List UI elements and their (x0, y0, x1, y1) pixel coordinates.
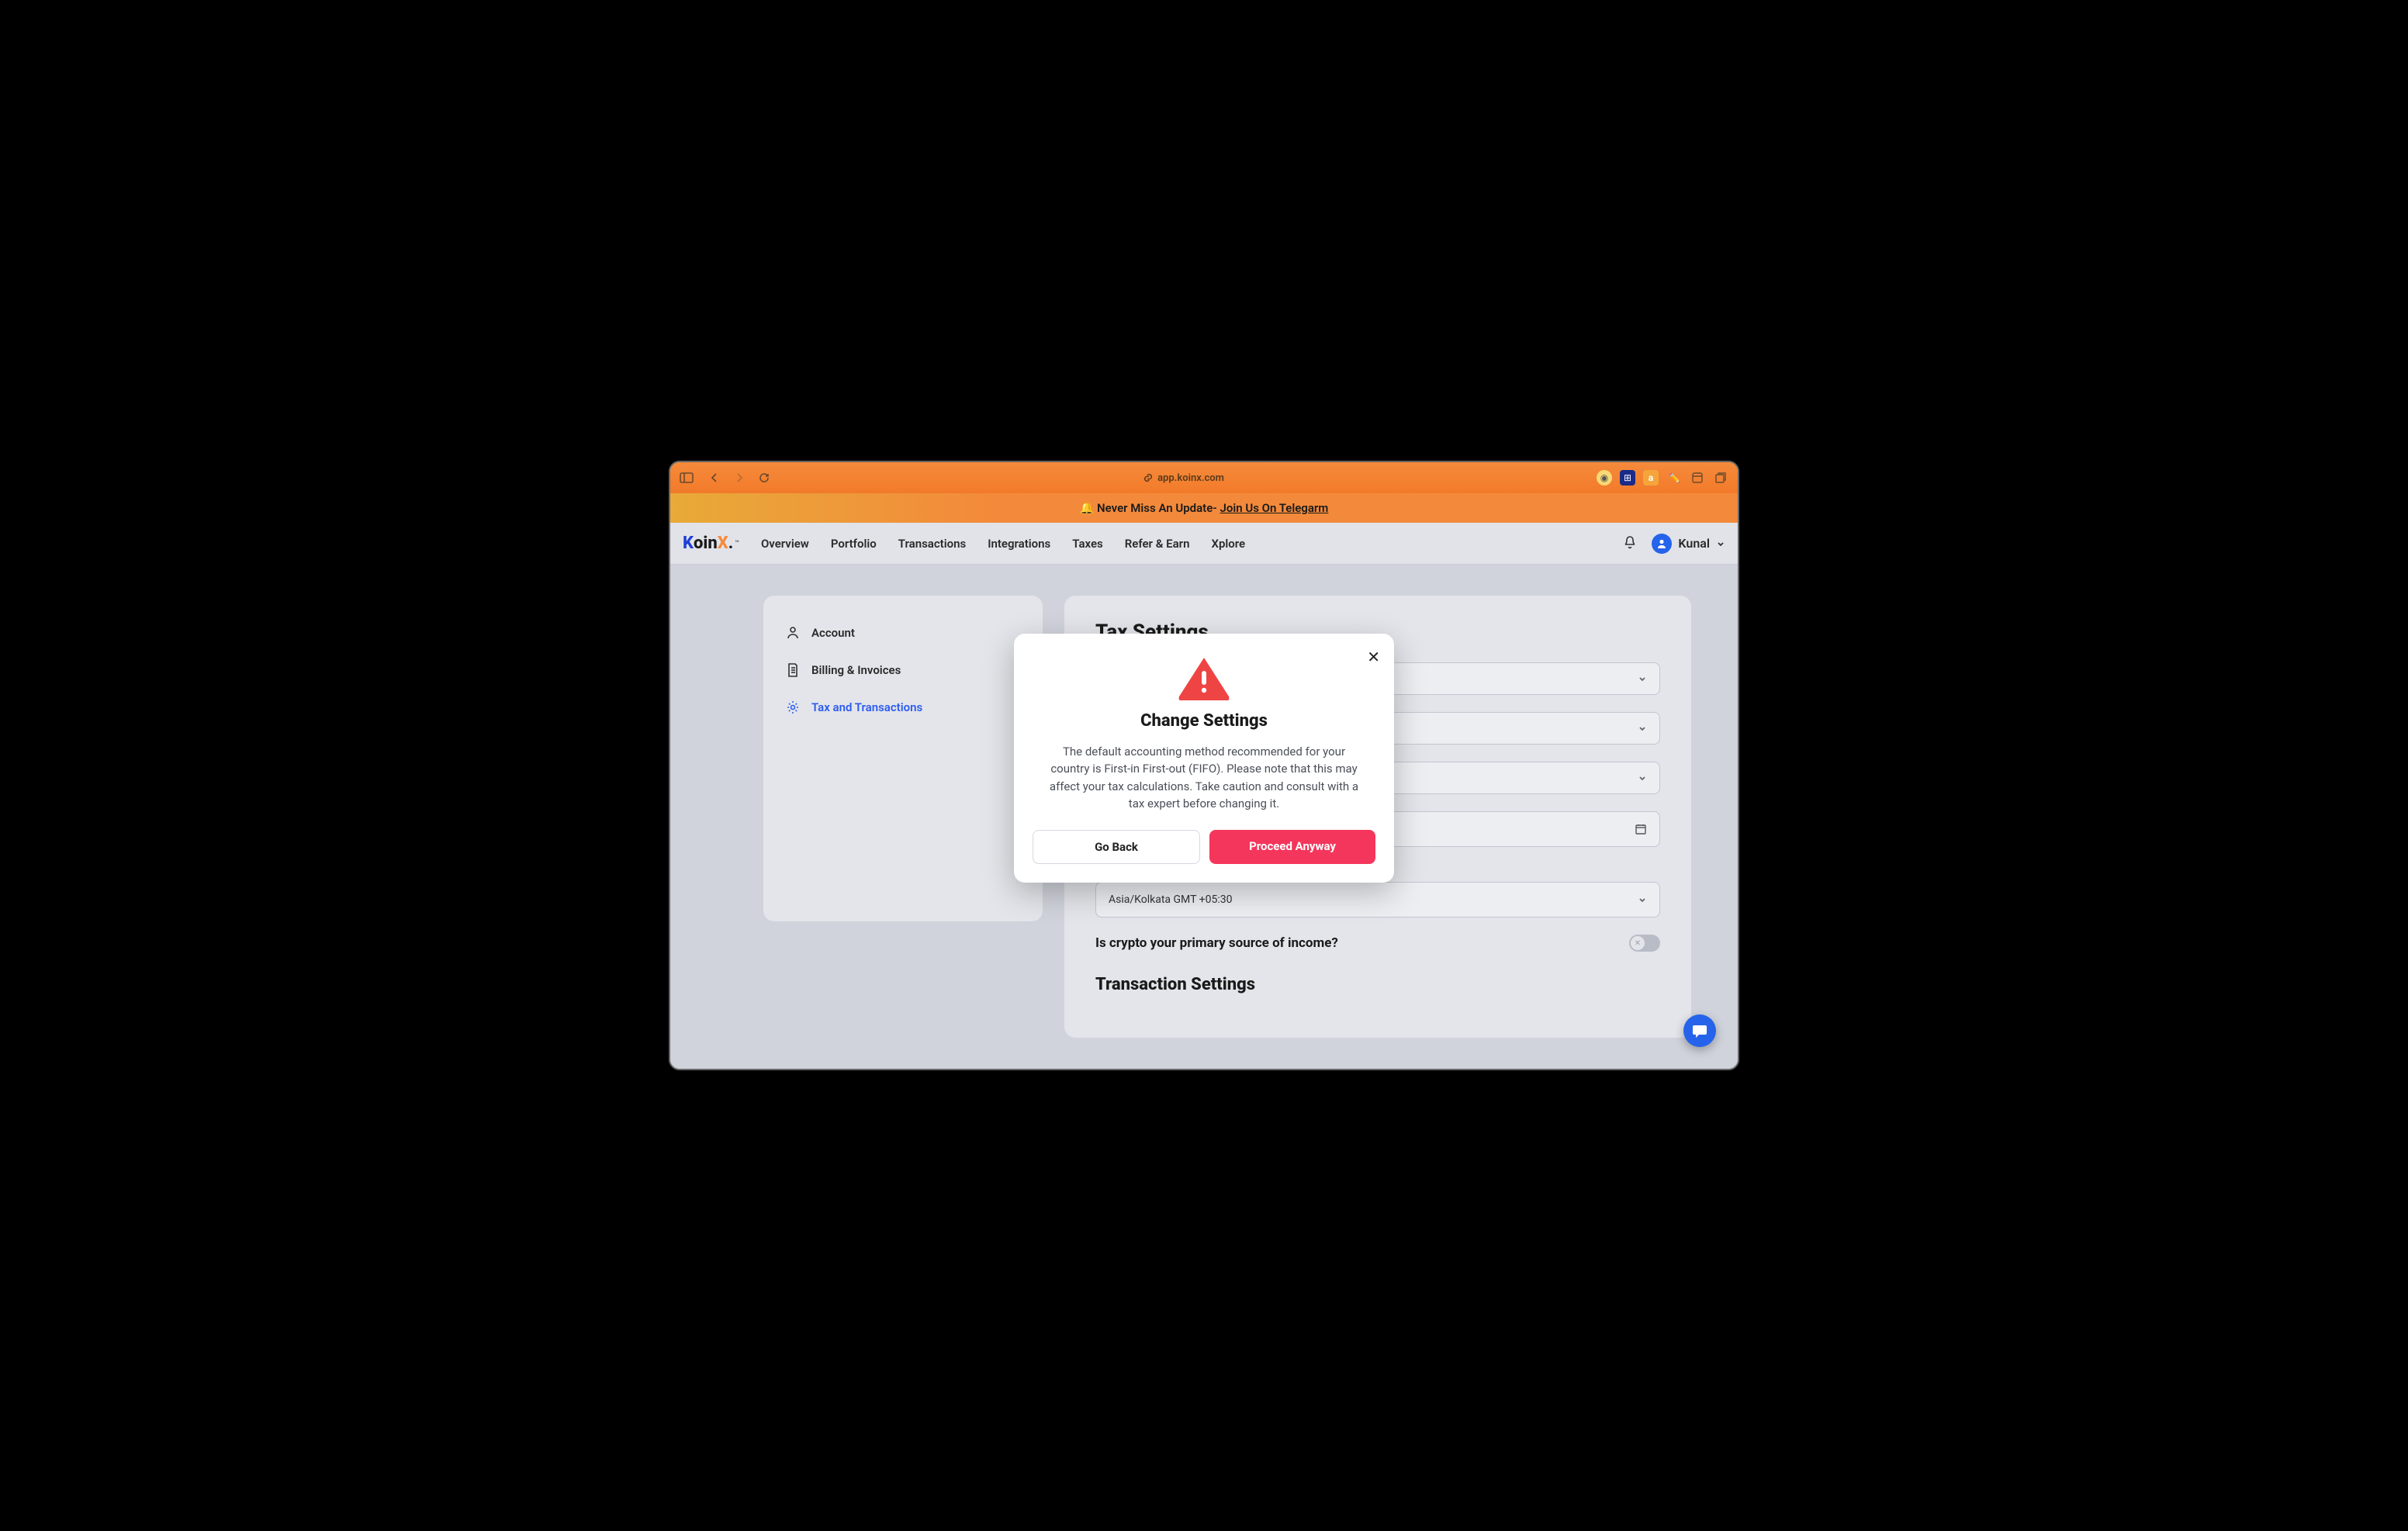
url-bar[interactable]: app.koinx.com (1143, 472, 1224, 484)
primary-income-row: Is crypto your primary source of income?… (1095, 935, 1660, 952)
url-text: app.koinx.com (1157, 472, 1224, 484)
person-icon (785, 625, 801, 641)
primary-income-question: Is crypto your primary source of income? (1095, 935, 1338, 951)
link-icon (1143, 473, 1153, 482)
sidebar-item-label: Tax and Transactions (811, 700, 922, 714)
extension-icon-1[interactable]: ◉ (1597, 470, 1612, 486)
calendar-icon (1635, 823, 1647, 835)
chevron-down-icon (1638, 724, 1647, 733)
nav-refer[interactable]: Refer & Earn (1125, 537, 1190, 551)
timezone-value: Asia/Kolkata GMT +05:30 (1109, 893, 1232, 906)
nav-taxes[interactable]: Taxes (1072, 537, 1102, 551)
app-window: app.koinx.com ◉ ⊞ a ✏️ 🔔 Never Miss An U… (669, 461, 1739, 1070)
modal-body: The default accounting method recommende… (1033, 743, 1375, 813)
sidebar-item-tax[interactable]: Tax and Transactions (763, 689, 1043, 726)
forward-icon[interactable] (732, 471, 746, 485)
document-icon (785, 662, 801, 678)
tabs-icon[interactable] (1713, 470, 1728, 486)
select-timezone[interactable]: Asia/Kolkata GMT +05:30 (1095, 882, 1660, 918)
change-settings-modal: ✕ Change Settings The default accounting… (1014, 634, 1394, 883)
proceed-button[interactable]: Proceed Anyway (1209, 830, 1375, 864)
warning-icon (1033, 655, 1375, 700)
promo-banner: 🔔 Never Miss An Update- Join Us On Teleg… (670, 493, 1738, 523)
extension-icon-4[interactable] (1690, 470, 1705, 486)
avatar (1652, 534, 1672, 554)
sidebar-toggle-icon[interactable] (680, 471, 694, 485)
go-back-button[interactable]: Go Back (1033, 830, 1200, 864)
extension-icon-2[interactable]: ⊞ (1620, 470, 1635, 486)
nav-xplore[interactable]: Xplore (1211, 537, 1245, 551)
toggle-knob: ✕ (1631, 936, 1645, 950)
reload-icon[interactable] (757, 471, 771, 485)
settings-sidebar: Account Billing & Invoices Tax and Trans… (763, 596, 1043, 921)
extension-icon-3[interactable]: a (1643, 470, 1659, 486)
nav-items: Overview Portfolio Transactions Integrat… (761, 537, 1245, 551)
sidebar-item-label: Account (811, 626, 855, 640)
section-title-transaction: Transaction Settings (1095, 975, 1660, 994)
sidebar-item-billing[interactable]: Billing & Invoices (763, 651, 1043, 689)
nav-transactions[interactable]: Transactions (898, 537, 966, 551)
primary-income-toggle[interactable]: ✕ (1629, 935, 1660, 952)
chevron-down-icon (1638, 895, 1647, 904)
chevron-down-icon (1638, 773, 1647, 783)
back-icon[interactable] (708, 471, 721, 485)
chevron-down-icon (1716, 539, 1725, 548)
pencil-icon[interactable]: ✏️ (1666, 470, 1682, 486)
banner-text: 🔔 Never Miss An Update- (1080, 501, 1220, 515)
sidebar-item-label: Billing & Invoices (811, 663, 901, 677)
top-nav: KoinX.™ Overview Portfolio Transactions … (670, 523, 1738, 565)
chat-fab[interactable] (1683, 1014, 1716, 1047)
titlebar-right-icons: ◉ ⊞ a ✏️ (1597, 470, 1728, 486)
chevron-down-icon (1638, 674, 1647, 683)
browser-titlebar: app.koinx.com ◉ ⊞ a ✏️ (670, 462, 1738, 493)
banner-link[interactable]: Join Us On Telegarm (1220, 501, 1329, 515)
close-icon[interactable]: ✕ (1367, 648, 1380, 666)
gear-icon (785, 700, 801, 715)
nav-overview[interactable]: Overview (761, 537, 809, 551)
nav-integrations[interactable]: Integrations (988, 537, 1050, 551)
user-menu[interactable]: Kunal (1652, 534, 1725, 554)
logo[interactable]: KoinX.™ (683, 534, 739, 553)
bell-icon[interactable] (1622, 534, 1638, 553)
user-name: Kunal (1678, 536, 1710, 551)
nav-portfolio[interactable]: Portfolio (831, 537, 877, 551)
modal-title: Change Settings (1033, 711, 1375, 731)
sidebar-item-account[interactable]: Account (763, 614, 1043, 651)
